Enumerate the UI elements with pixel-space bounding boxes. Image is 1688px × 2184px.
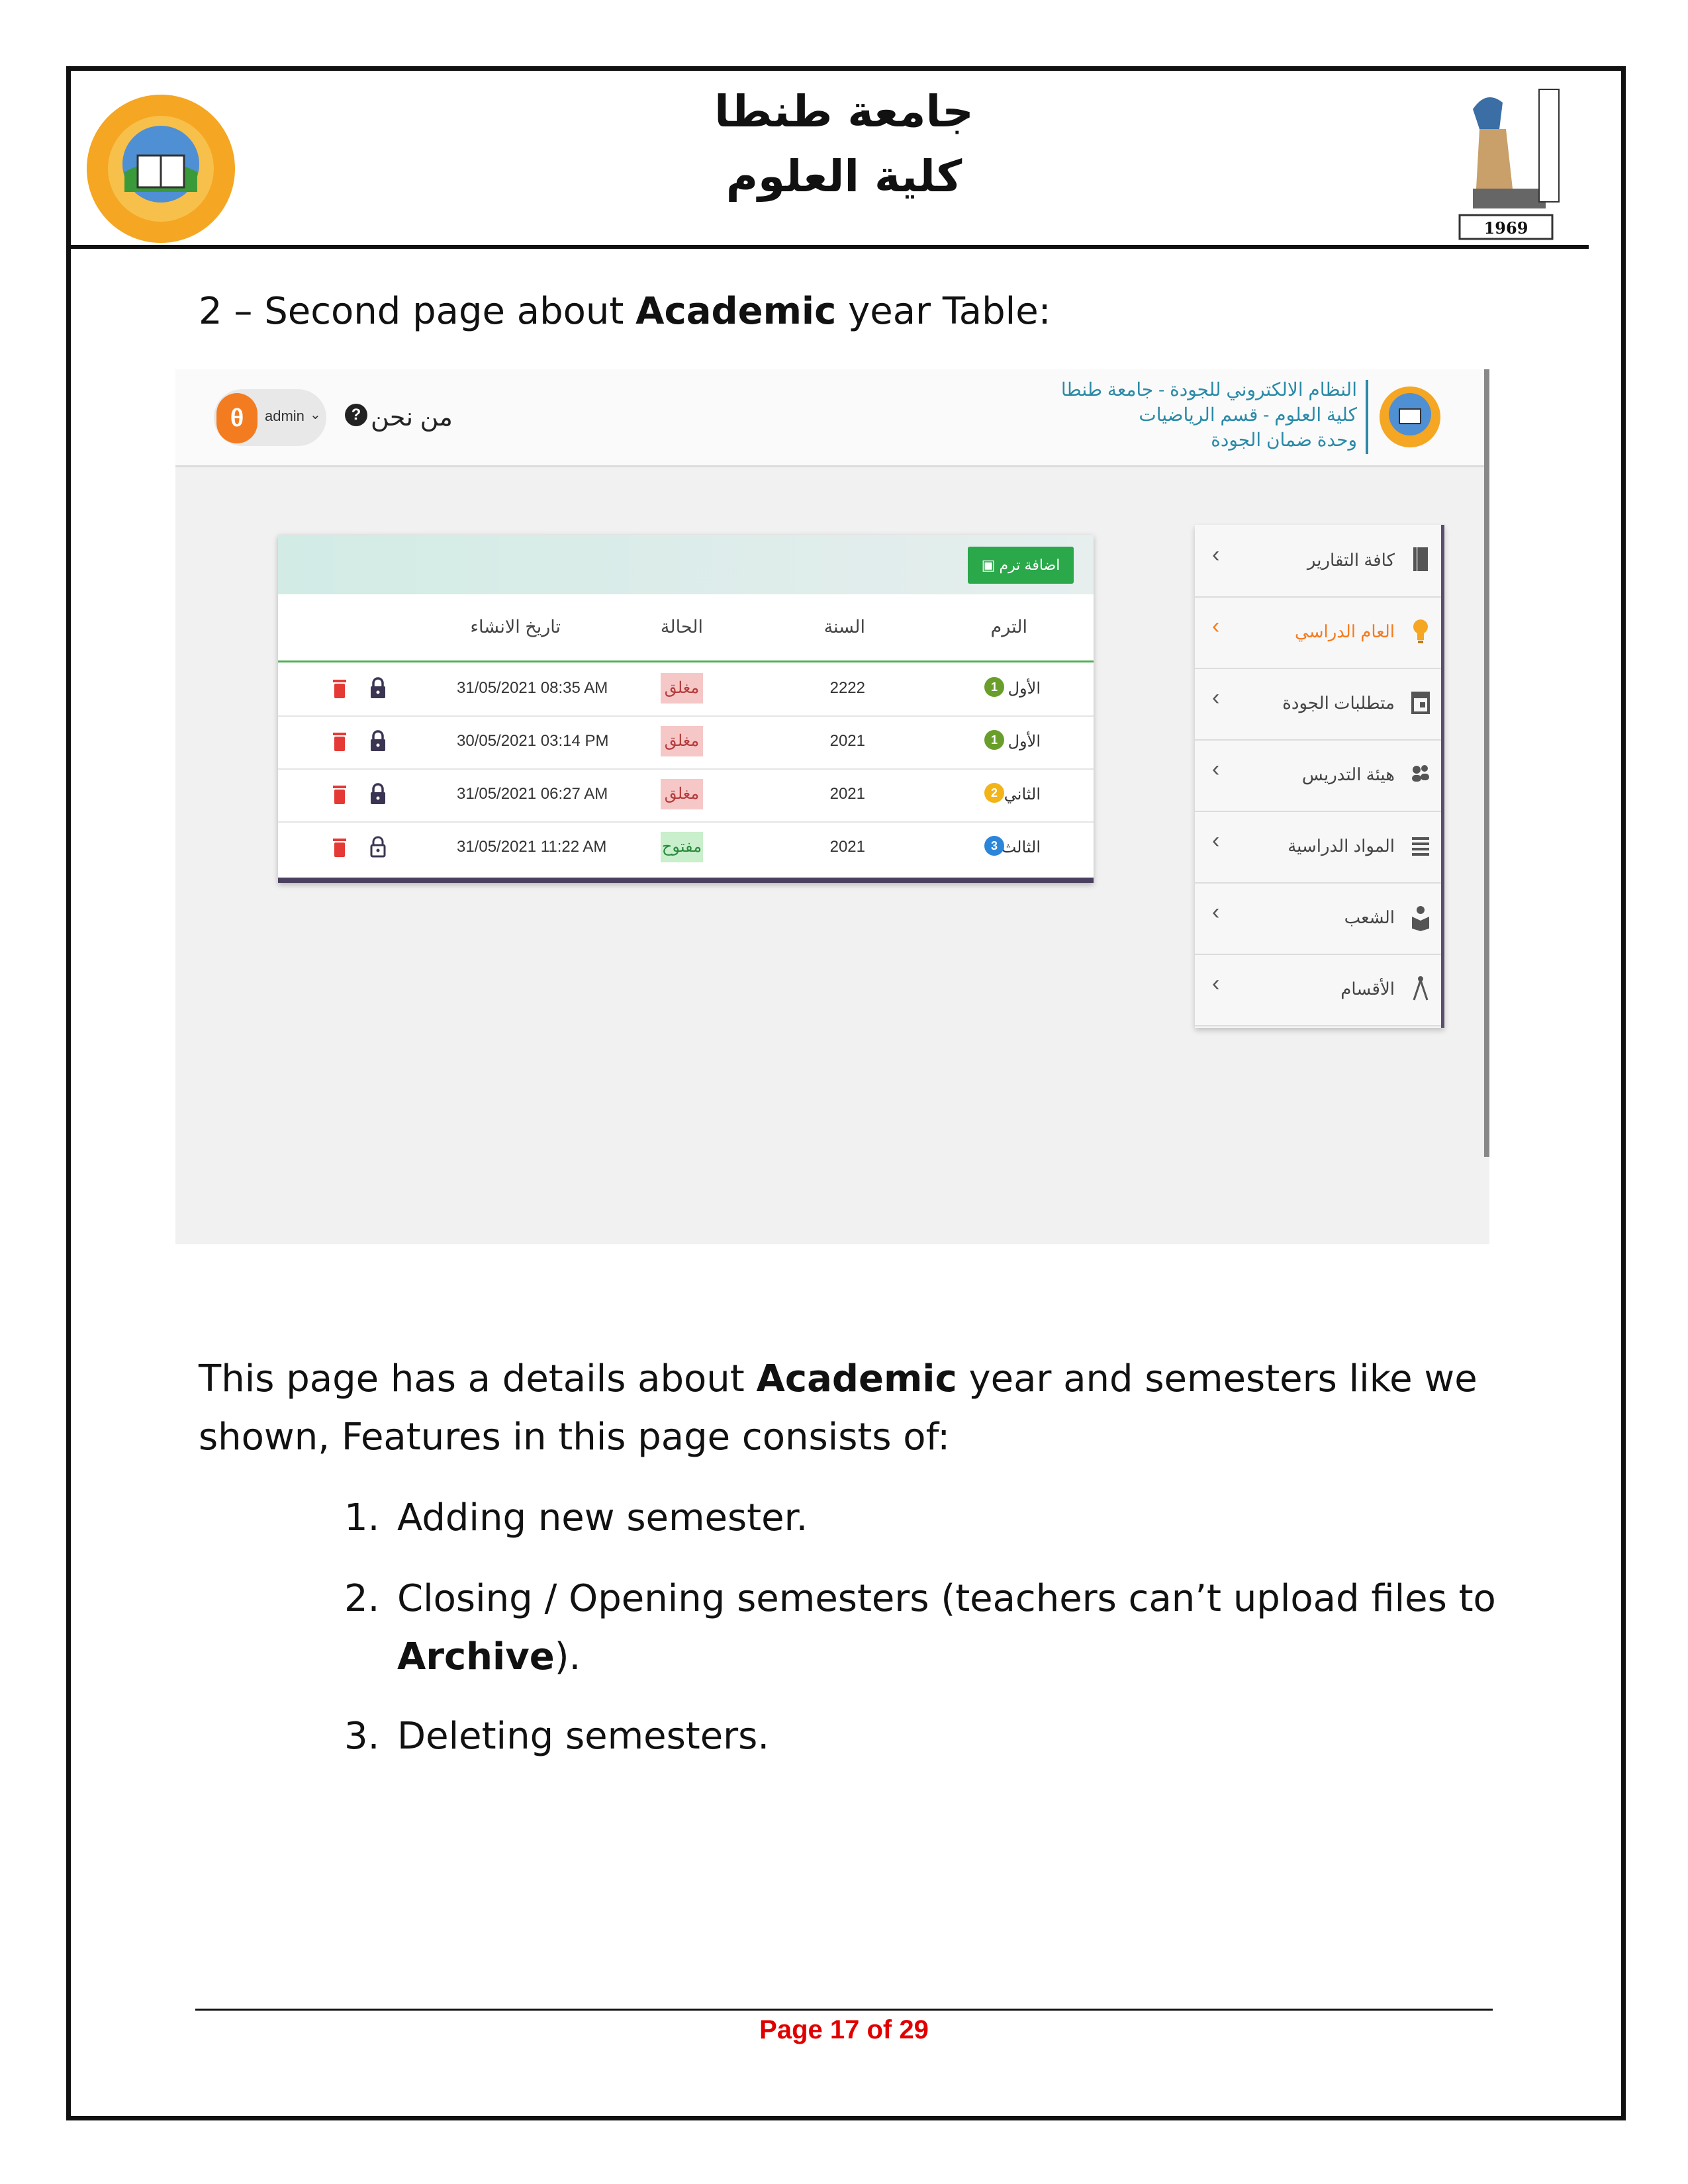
trash-icon[interactable] [332,784,347,805]
trash-icon[interactable] [332,678,347,700]
year-cell: 2021 [829,732,865,750]
list-item: 1. Adding new semester. [344,1496,808,1539]
status-badge: مفتوح [661,832,703,862]
footer-divider [195,2009,1493,2011]
sidebar-item-reports[interactable]: ‹ كافة التقارير [1195,525,1441,598]
table-header: الترم السنة الحالة تاريخ الانشاء [278,594,1094,662]
year-cell: 2222 [829,679,865,697]
sidebar-item-divisions[interactable]: ‹ الشعب [1195,882,1441,955]
created-cell: 31/05/2021 06:27 AM [457,785,608,803]
system-logo [1380,387,1440,447]
year-cell: 2021 [829,785,865,803]
book-icon [1413,547,1428,571]
table-row: الثالث 3 2021 مفتوح 31/05/2021 11:22 AM [278,821,1094,874]
chevron-left-icon: ‹ [1212,685,1220,710]
semesters-card: اضافة ترم ▣ الترم السنة الحالة تاريخ الا… [278,535,1094,883]
app-screenshot: النظام الالكتروني للجودة - جامعة طنطا كل… [175,369,1489,1244]
section-heading: 2 – Second page about Academic year Tabl… [199,290,1051,333]
term-number-badge: 1 [984,677,1004,697]
list-item: 3. Deleting semesters. [344,1715,770,1758]
chevron-left-icon: ‹ [1212,542,1220,567]
table-row: الأول 1 2021 مغلق 30/05/2021 03:14 PM [278,715,1094,770]
created-cell: 31/05/2021 08:35 AM [457,679,608,697]
question-icon: ? [345,404,367,426]
clipboard-icon: ▣ [981,557,996,573]
reader-icon [1412,906,1429,931]
created-cell: 31/05/2021 11:22 AM [457,838,607,856]
chevron-left-icon: ‹ [1212,899,1220,925]
chevron-left-icon: ‹ [1212,756,1220,782]
status-badge: مغلق [661,726,703,756]
lock-open-icon[interactable] [369,836,387,858]
lock-closed-icon[interactable] [369,730,387,752]
sidebar: ‹ كافة التقارير ‹ العام الدراسي ‹ متطلبا… [1195,525,1444,1028]
user-avatar[interactable]: θ [216,393,258,443]
calendar-icon [1411,692,1430,714]
app-topbar: النظام الالكتروني للجودة - جامعة طنطا كل… [175,369,1489,467]
people-icon [1412,765,1429,782]
status-badge: مغلق [661,779,703,809]
scrollbar[interactable] [1484,369,1489,1157]
list-icon [1412,837,1429,856]
add-semester-button[interactable]: اضافة ترم ▣ [968,547,1074,584]
svg-text:1969: 1969 [1484,218,1528,238]
col-term: الترم [990,617,1028,637]
col-created: تاريخ الانشاء [470,617,561,637]
system-title-divider [1366,380,1368,454]
list-item: 2. Closing / Opening semesters (teachers… [344,1577,1496,1678]
trash-icon[interactable] [332,837,347,858]
university-name: جامعة طنطا [714,86,974,137]
system-title: النظام الالكتروني للجودة - جامعة طنطا كل… [1060,379,1357,450]
description-paragraph: This page has a details about Academic y… [199,1357,1477,1459]
table-row: الأول 1 2222 مغلق 31/05/2021 08:35 AM [278,662,1094,717]
header-divider [71,245,1589,249]
lightbulb-icon [1413,619,1428,643]
sidebar-item-subjects[interactable]: ‹ المواد الدراسية [1195,811,1441,884]
sidebar-item-departments[interactable]: ‹ الأقسام [1195,954,1441,1026]
chevron-down-icon[interactable]: ⌄ [310,406,321,423]
card-header: اضافة ترم ▣ [278,535,1094,594]
faculty-name: كلية العلوم [726,151,962,202]
created-cell: 30/05/2021 03:14 PM [457,732,609,750]
term-number-badge: 1 [984,730,1004,750]
sidebar-item-academic-year[interactable]: ‹ العام الدراسي [1195,596,1441,669]
term-number-badge: 3 [984,836,1004,856]
status-badge: مغلق [661,673,703,704]
page-number: Page 17 of 29 [759,2015,929,2044]
chevron-left-icon: ‹ [1212,828,1220,853]
sidebar-item-quality-requirements[interactable]: ‹ متطلبات الجودة [1195,668,1441,741]
col-year: السنة [823,617,865,637]
trash-icon[interactable] [332,731,347,752]
sidebar-item-faculty-staff[interactable]: ‹ هيئة التدريس [1195,739,1441,812]
col-status: الحالة [660,617,703,637]
chevron-left-icon: ‹ [1212,614,1220,639]
term-number-badge: 2 [984,783,1004,803]
compass-icon [1413,976,1429,1001]
year-cell: 2021 [829,838,865,856]
table-row: الثاني 2 2021 مغلق 31/05/2021 06:27 AM [278,768,1094,823]
lock-closed-icon[interactable] [369,783,387,805]
chevron-left-icon: ‹ [1212,971,1220,996]
user-name[interactable]: admin [265,408,305,425]
lock-closed-icon[interactable] [369,677,387,700]
about-link[interactable]: من نحن [371,402,453,432]
